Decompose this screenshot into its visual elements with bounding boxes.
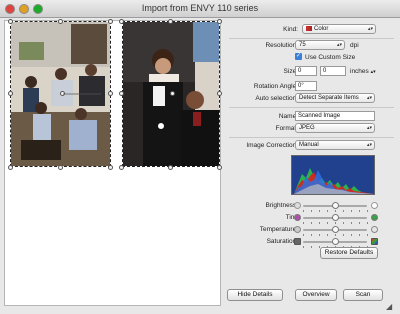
use-custom-size-checkbox[interactable]: ✓ bbox=[295, 53, 302, 60]
slider-tick bbox=[303, 246, 304, 248]
kind-popup[interactable]: Color ▴▾ bbox=[302, 24, 376, 34]
rotation-value: 0° bbox=[298, 83, 304, 89]
tint-green-icon bbox=[371, 214, 378, 221]
crop-handle[interactable] bbox=[168, 165, 173, 170]
popup-arrows-icon: ▴▾ bbox=[366, 125, 372, 131]
scanner-window: Import from ENVY 110 series Kind: Color … bbox=[0, 0, 400, 314]
crop-handle[interactable] bbox=[217, 19, 222, 24]
temperature-warm-icon bbox=[371, 226, 378, 233]
popup-arrows-icon: ▴▾ bbox=[366, 142, 372, 148]
brightness-low-icon bbox=[294, 202, 301, 209]
name-row: Name: Scanned Image bbox=[223, 111, 400, 123]
crop-handle[interactable] bbox=[119, 91, 124, 96]
tint-slider[interactable] bbox=[303, 214, 368, 224]
rotation-row: Rotation Angle: 0° bbox=[223, 81, 400, 93]
scan-button[interactable]: Scan bbox=[343, 289, 383, 301]
format-value: JPEG bbox=[299, 125, 315, 131]
kind-value: Color bbox=[314, 26, 329, 32]
rotation-label: Rotation Angle: bbox=[253, 83, 298, 90]
crop-handle[interactable] bbox=[58, 19, 63, 24]
temperature-cool-icon bbox=[294, 226, 301, 233]
rotate-handle-line bbox=[63, 93, 101, 95]
temperature-row: Temperature: bbox=[223, 224, 400, 236]
brightness-high-icon bbox=[371, 202, 378, 209]
resize-grip-icon[interactable]: ◢ bbox=[386, 302, 396, 312]
resolution-value: 75 bbox=[299, 42, 306, 48]
auto-selection-value: Detect Separate Items bbox=[299, 95, 359, 101]
size-width-field[interactable]: 0 bbox=[295, 66, 317, 76]
resolution-row: Resolution: 75 ▴▾ dpi bbox=[223, 40, 400, 52]
crop-handle[interactable] bbox=[108, 165, 113, 170]
image-correction-popup[interactable]: Manual ▴▾ bbox=[295, 140, 375, 150]
separator bbox=[229, 137, 394, 138]
overview-button[interactable]: Overview bbox=[295, 289, 337, 301]
size-height-value: 0 bbox=[323, 68, 327, 74]
use-custom-size-label: Use Custom Size bbox=[305, 54, 356, 61]
crop-handle[interactable] bbox=[217, 91, 222, 96]
rotate-handle[interactable] bbox=[170, 91, 175, 96]
resolution-unit: dpi bbox=[350, 42, 359, 49]
image-correction-value: Manual bbox=[299, 142, 319, 148]
size-row: Size: 0 0 inches ▴▾ bbox=[223, 66, 400, 78]
auto-selection-label: Auto selection: bbox=[255, 95, 298, 102]
restore-defaults-button[interactable]: Restore Defaults bbox=[320, 247, 378, 259]
title-bar: Import from ENVY 110 series bbox=[0, 0, 400, 18]
popup-arrows-icon: ▴▾ bbox=[367, 26, 373, 32]
tint-magenta-icon bbox=[294, 214, 301, 221]
temperature-label: Temperature: bbox=[259, 226, 298, 233]
crop-handle[interactable] bbox=[168, 19, 173, 24]
saturation-slider-knob[interactable] bbox=[331, 238, 339, 245]
auto-selection-row: Auto selection: Detect Separate Items ▴▾ bbox=[223, 93, 400, 105]
temperature-slider[interactable] bbox=[303, 226, 368, 236]
custom-size-row: ✓ Use Custom Size bbox=[223, 52, 400, 64]
kind-row: Kind: Color ▴▾ bbox=[223, 24, 400, 36]
color-swatch-icon bbox=[306, 26, 312, 31]
popup-arrows-icon: ▴▾ bbox=[336, 42, 342, 48]
separator bbox=[229, 107, 394, 108]
size-unit-value: inches bbox=[350, 68, 369, 75]
tint-row: Tint: bbox=[223, 212, 400, 224]
format-row: Format: JPEG ▴▾ bbox=[223, 123, 400, 135]
brightness-row: Brightness: bbox=[223, 200, 400, 212]
name-field[interactable]: Scanned Image bbox=[295, 111, 375, 121]
crop-handle[interactable] bbox=[8, 165, 13, 170]
size-height-field[interactable]: 0 bbox=[320, 66, 346, 76]
scan-preview-area[interactable] bbox=[4, 19, 222, 306]
format-popup[interactable]: JPEG ▴▾ bbox=[295, 123, 375, 133]
separator bbox=[229, 38, 394, 39]
popup-arrows-icon: ▴▾ bbox=[370, 69, 376, 75]
crop-handle[interactable] bbox=[58, 165, 63, 170]
temperature-slider-knob[interactable] bbox=[331, 226, 339, 233]
crop-handle[interactable] bbox=[108, 91, 113, 96]
image-correction-label: Image Correction: bbox=[246, 142, 298, 149]
color-histogram bbox=[291, 155, 375, 195]
saturation-high-icon bbox=[371, 238, 378, 245]
kind-label: Kind: bbox=[283, 26, 298, 33]
resolution-popup[interactable]: 75 ▴▾ bbox=[295, 40, 345, 50]
image-correction-row: Image Correction: Manual ▴▾ bbox=[223, 140, 400, 152]
brightness-slider[interactable] bbox=[303, 202, 368, 212]
rotation-field[interactable]: 0° bbox=[295, 81, 317, 91]
tint-slider-knob[interactable] bbox=[331, 214, 339, 221]
saturation-slider[interactable] bbox=[303, 238, 368, 248]
crop-handle[interactable] bbox=[217, 165, 222, 170]
size-width-value: 0 bbox=[298, 68, 302, 74]
popup-arrows-icon: ▴▾ bbox=[366, 95, 372, 101]
resolution-label: Resolution: bbox=[265, 42, 298, 49]
hide-details-button[interactable]: Hide Details bbox=[227, 289, 283, 301]
auto-selection-popup[interactable]: Detect Separate Items ▴▾ bbox=[295, 93, 375, 103]
crop-handle[interactable] bbox=[108, 19, 113, 24]
brightness-slider-knob[interactable] bbox=[331, 202, 339, 209]
settings-panel: Kind: Color ▴▾ Resolution: 75 ▴▾ dpi ✓ U… bbox=[223, 18, 400, 314]
crop-handle[interactable] bbox=[119, 165, 124, 170]
crop-handle[interactable] bbox=[119, 19, 124, 24]
crop-handle[interactable] bbox=[8, 19, 13, 24]
window-title: Import from ENVY 110 series bbox=[141, 3, 259, 13]
crop-handle[interactable] bbox=[8, 91, 13, 96]
name-value: Scanned Image bbox=[298, 113, 341, 119]
saturation-low-icon bbox=[294, 238, 301, 245]
slider-tick bbox=[311, 246, 312, 248]
size-unit-popup[interactable]: inches ▴▾ bbox=[350, 68, 376, 75]
